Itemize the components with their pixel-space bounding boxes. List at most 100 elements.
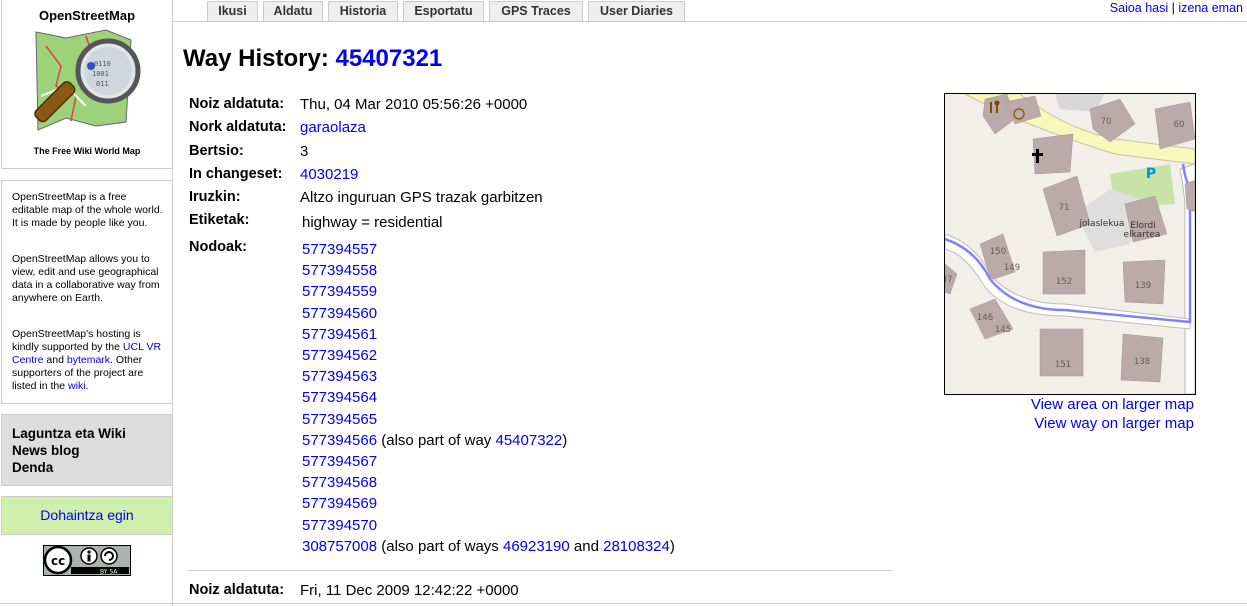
way-map[interactable]: 70 60 71 150 149 152 139 146 145 151 138…	[944, 93, 1196, 395]
news-blog-link[interactable]: News blog	[12, 442, 80, 459]
tab-view[interactable]: Ikusi	[207, 1, 258, 21]
related-way-link[interactable]: 46923190	[503, 538, 570, 555]
node-row: 577394570	[302, 517, 377, 534]
help-wiki-link[interactable]: Laguntza eta Wiki	[12, 425, 126, 442]
node-link[interactable]: 577394569	[302, 495, 377, 512]
osm-logo-icon[interactable]: 0110 1001 011	[26, 26, 150, 142]
node-link[interactable]: 577394560	[302, 305, 377, 322]
node-link[interactable]: 577394563	[302, 368, 377, 385]
version-label: Bertsio:	[189, 143, 244, 159]
node-row: 577394566 (also part of way 45407322)	[302, 432, 567, 449]
map-club-label: elkartea	[1124, 230, 1161, 240]
edited-value: Thu, 04 Mar 2010 05:56:26 +0000	[300, 96, 528, 113]
map-label: 71	[1059, 203, 1070, 213]
node-row: 577394558	[302, 262, 377, 279]
page-title: Way History: 45407321	[183, 45, 442, 73]
tab-user-diaries[interactable]: User Diaries	[588, 1, 685, 21]
map-tiles[interactable]: 70 60 71 150 149 152 139 146 145 151 138…	[945, 94, 1195, 394]
node-link[interactable]: 577394570	[302, 517, 377, 534]
node-note: and	[569, 537, 604, 555]
node-row: 577394559	[302, 283, 377, 300]
tab-gps-traces[interactable]: GPS Traces	[489, 1, 583, 21]
changeset-link[interactable]: 4030219	[300, 166, 358, 183]
parking-icon[interactable]: P	[1146, 166, 1156, 182]
related-way-link[interactable]: 28108324	[603, 538, 670, 555]
node-note: (also part of way	[377, 431, 496, 449]
tab-bar	[172, 21, 1247, 22]
intro-text: OpenStreetMap's hosting is kindly suppor…	[12, 328, 141, 353]
bytemark-link[interactable]: bytemark	[67, 354, 110, 366]
wiki-link[interactable]: wiki	[68, 380, 86, 392]
node-row: 577394569	[302, 495, 377, 512]
map-label: 138	[1134, 357, 1150, 367]
version-divider	[187, 570, 893, 571]
node-link[interactable]: 577394568	[302, 474, 377, 491]
next-edited-value: Fri, 11 Dec 2009 12:42:22 +0000	[300, 582, 519, 599]
related-way-link[interactable]: 45407322	[495, 432, 562, 449]
view-way-larger-map-link[interactable]: View way on larger map	[1034, 415, 1194, 432]
title-prefix: Way History:	[183, 45, 336, 72]
node-row: 577394560	[302, 305, 377, 322]
editor-label: Nork aldatuta:	[189, 119, 287, 135]
node-note: )	[562, 431, 568, 449]
node-link[interactable]: 577394564	[302, 389, 377, 406]
node-row: 577394565	[302, 411, 377, 428]
node-link[interactable]: 577394557	[302, 241, 377, 258]
node-row: 577394561	[302, 326, 377, 343]
intro-box: OpenStreetMap is a free editable map of …	[1, 180, 173, 404]
changeset-label: In changeset:	[189, 166, 283, 182]
tab-history[interactable]: Historia	[328, 1, 398, 21]
node-link[interactable]: 577394559	[302, 283, 377, 300]
edited-label: Noiz aldatuta:	[189, 96, 285, 112]
intro-text: .	[85, 380, 89, 392]
way-id-link[interactable]: 45407321	[335, 45, 442, 72]
map-label: 60	[1174, 120, 1185, 130]
sidebar-links: Laguntza eta Wiki News blog Denda	[1, 414, 173, 486]
map-label: 145	[995, 325, 1011, 335]
node-link[interactable]: 577394565	[302, 411, 377, 428]
comment-label: Iruzkin:	[189, 189, 241, 205]
node-link[interactable]: 577394566	[302, 432, 377, 449]
view-area-larger-map-link[interactable]: View area on larger map	[1031, 396, 1194, 413]
donate-box: Dohaintza egin	[1, 496, 173, 535]
intro-paragraph-2: OpenStreetMap allows you to view, edit a…	[12, 253, 160, 304]
shop-link[interactable]: Denda	[12, 459, 53, 476]
node-row: 577394568	[302, 474, 377, 491]
svg-text:0110: 0110	[94, 60, 111, 68]
svg-text:1001: 1001	[92, 70, 109, 78]
comment-value: Altzo inguruan GPS trazak garbitzen	[300, 189, 543, 206]
tag-value: highway = residential	[302, 214, 443, 231]
node-row: 577394563	[302, 368, 377, 385]
node-row: 308757008 (also part of ways 46923190 an…	[302, 538, 675, 555]
map-label: 149	[1004, 263, 1020, 273]
map-label: 37	[945, 275, 952, 285]
signup-link[interactable]: izena eman	[1178, 1, 1243, 15]
version-value: 3	[300, 143, 309, 160]
map-label: 152	[1056, 277, 1072, 287]
node-row: 577394567	[302, 453, 377, 470]
node-link[interactable]: 308757008	[302, 538, 377, 555]
cc-by-sa-license-icon[interactable]: cc BY SA	[43, 545, 131, 576]
map-label: 146	[977, 313, 993, 323]
map-label: 70	[1101, 117, 1112, 127]
tab-export[interactable]: Esportatu	[403, 1, 484, 21]
svg-text:011: 011	[96, 80, 109, 88]
site-title[interactable]: OpenStreetMap	[2, 8, 172, 23]
tab-edit[interactable]: Aldatu	[263, 1, 323, 21]
logo-box[interactable]: OpenStreetMap 0110 1001 011 The Free Wik…	[1, 0, 173, 169]
node-link[interactable]: 577394567	[302, 453, 377, 470]
node-note: )	[669, 537, 675, 555]
map-park-label: jolaslekua	[1079, 219, 1125, 229]
editor-link[interactable]: garaolaza	[300, 119, 366, 136]
node-link[interactable]: 577394561	[302, 326, 377, 343]
user-nav: Saioa hasi | izena eman	[1110, 1, 1243, 15]
node-link[interactable]: 577394558	[302, 262, 377, 279]
intro-paragraph-3: OpenStreetMap's hosting is kindly suppor…	[12, 328, 164, 393]
donate-link[interactable]: Dohaintza egin	[40, 507, 133, 523]
license-badge-text: BY SA	[100, 569, 118, 576]
tags-label: Etiketak:	[189, 212, 250, 228]
node-row: 577394562	[302, 347, 377, 364]
node-link[interactable]: 577394562	[302, 347, 377, 364]
login-link[interactable]: Saioa hasi	[1110, 1, 1168, 15]
svg-text:cc: cc	[51, 554, 65, 568]
